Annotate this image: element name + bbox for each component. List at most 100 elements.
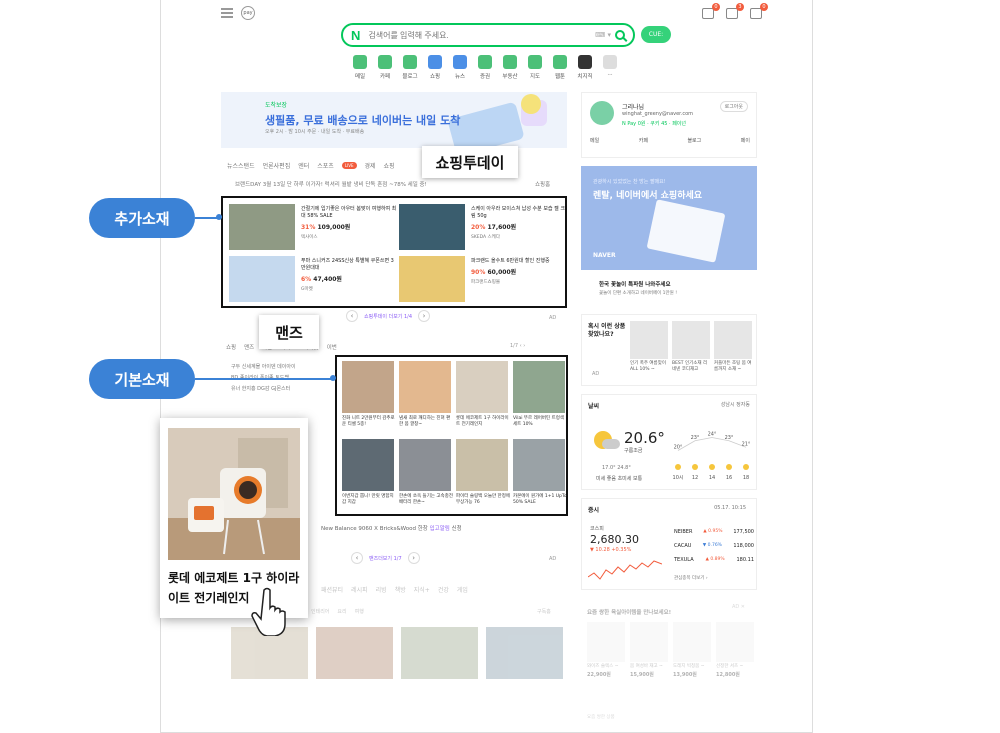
tab-sports[interactable]: 스포츠 — [317, 161, 334, 170]
recommend-product[interactable]: 선정한 셔츠 ~ 12,800원 — [716, 622, 754, 678]
tab-living[interactable]: 리빙 — [376, 585, 387, 594]
basic-ad-item[interactable]: 롯데 에코제트 1구 하이라이트 전기레인지 — [456, 361, 510, 436]
stock-row[interactable]: CACAU ▼ 0.76% 118,000 — [674, 539, 754, 553]
next-button[interactable]: › — [418, 310, 431, 322]
recommend-product[interactable]: 봄 여성바 재고 ~ 15,900원 — [630, 622, 668, 678]
prev-button[interactable]: ‹ — [346, 310, 358, 322]
ad-text: 카본에이 원가에 1+1 UpTo 50% SALE — [513, 494, 567, 505]
pager-text[interactable]: 맨즈더보기 1/7 — [369, 555, 402, 562]
recommend-item[interactable]: 커플마든 조팅 봄 여름까지 소재 ~ — [714, 321, 752, 373]
basic-ad-item[interactable]: 진화 니트 2만원부터 감추로운 티셀 5종! — [342, 361, 396, 436]
prev-button[interactable]: ‹ — [351, 552, 363, 564]
tab-manz[interactable]: 맨즈 — [244, 343, 254, 351]
tab-game[interactable]: 게임 — [457, 585, 468, 594]
service-icon — [528, 55, 542, 69]
basic-ad-item[interactable]: 냄새 최로 깨디하는 진혀 편한 봄 깔창~ — [399, 361, 453, 436]
tab-knowledge[interactable]: 지식+ — [414, 585, 430, 594]
tab-economy[interactable]: 경제 — [365, 161, 376, 170]
stock-row[interactable]: NEIBER ▲ 0.95% 177,500 — [674, 525, 754, 539]
profile-menu-cafe[interactable]: 카페 — [639, 137, 648, 144]
category-row[interactable]: 유너 한지흥 DG감 GJ몬스터 — [231, 384, 331, 395]
extra-ad-item[interactable]: 스케이 아우라 모이스쳐 납성 수분 보습 젤 크림 50g 20% 17,600… — [399, 204, 565, 252]
extra-ad-item[interactable]: 푸마 스니커즈 24SS신상 특별혜 쿠폰쓰면 3만원대대 6% 47,400원 G… — [229, 256, 394, 304]
recommend-product[interactable]: 와이즈 슬렉스 ~ 22,900원 — [587, 622, 625, 678]
profile-npay[interactable]: N Pay 0원 · 쿠키 45 · 페이넌 — [622, 120, 686, 127]
stock-widget[interactable]: 증시 05.17. 10:15 코스피 2,680.30 ▼ 10.28 +0.… — [581, 498, 757, 590]
service-shortcut[interactable]: ··· — [601, 55, 619, 80]
service-shortcut[interactable]: 뉴스 — [451, 55, 469, 80]
profile-menu-pay[interactable]: 페이 — [741, 137, 750, 144]
tab-press[interactable]: 언론사편집 — [263, 161, 291, 170]
delivery-banner[interactable]: 도착보장 생필품, 무료 배송으로 네이버는 내일 도착 오후 2시 · 밤 1… — [221, 92, 567, 157]
service-shortcut[interactable]: 웹툰 — [551, 55, 569, 80]
chat-icon[interactable]: 0 — [702, 3, 720, 19]
promo-highlight[interactable]: 입고알림 — [430, 526, 450, 532]
basic-ad-item[interactable]: Vilai 뚜르 레어버틴 트렁색세트 10% — [513, 361, 567, 436]
event-promo[interactable]: 한국 꽃놀이 특파원 나와주세요 꽃놀이 단편 소개하고 네이버페이 1만원 ! — [581, 276, 757, 306]
service-shortcut[interactable]: 메일 — [351, 55, 369, 80]
service-shortcut[interactable]: 증권 — [476, 55, 494, 80]
promo-text-row[interactable]: New Balance 9060 X Bricks&Wood 한창 입고알림 신… — [321, 524, 462, 532]
content-thumbnail[interactable] — [316, 627, 393, 679]
pager-text[interactable]: 쇼핑투데이 더보기 1/4 — [364, 313, 412, 320]
weather-condition: 구름조금 — [624, 448, 643, 454]
ad-close[interactable]: AD ✕ — [732, 604, 745, 610]
recommend-item[interactable]: BEST 인기소재 리네넨 코디재고 — [672, 321, 710, 373]
service-shortcut[interactable]: 지도 — [526, 55, 544, 80]
extra-ad-item[interactable]: 파크랜드 올수트 6만원대 할인 진행중 90% 60,000원 파크랜드쇼핑몰 — [399, 256, 564, 304]
ai-cue-button[interactable]: CUE: — [641, 26, 671, 43]
tab-fashion[interactable]: 패션뷰티 — [321, 585, 343, 594]
stock-change: ▼ 0.76% — [702, 543, 722, 548]
service-shortcut[interactable]: 치지직 — [576, 55, 594, 80]
subtab-travel[interactable]: 여행 — [355, 608, 364, 615]
basic-ad-item[interactable]: 파이터 슬링백 오늘만 한정에 무상가능 76 — [456, 439, 510, 514]
next-button[interactable]: › — [407, 552, 420, 564]
stock-more-link[interactable]: 관심종목 더보기 › — [674, 575, 708, 581]
brand-day-text[interactable]: 브랜드DAY 3월 13일 단 하루 이가자! 럭셔리 월밭 냉비 단독 혼점 … — [235, 180, 427, 188]
pay-icon[interactable]: pay — [241, 6, 255, 20]
search-icon[interactable] — [615, 30, 625, 40]
tab-recipe[interactable]: 레시피 — [351, 585, 368, 594]
profile-menu-mail[interactable]: 메일 — [590, 137, 599, 144]
category-row[interactable]: 구두 신세계몰 아이덴 데이아이 — [231, 362, 331, 373]
tab-this[interactable]: 이번 — [327, 343, 337, 351]
tab-shop[interactable]: 쇼핑 — [226, 343, 236, 351]
tab-newsstand[interactable]: 뉴스스탠드 — [227, 161, 255, 170]
content-thumbnail[interactable] — [486, 627, 563, 679]
service-shortcut[interactable]: 쇼핑 — [426, 55, 444, 80]
shopping-home-link[interactable]: 쇼핑홈 — [535, 180, 550, 188]
service-shortcut[interactable]: 카페 — [376, 55, 394, 80]
recommend-item[interactable]: 인기 폭주 여름맞이 ALL 10% ~ — [630, 321, 668, 373]
shop-pager[interactable]: 1/7 ‹ › — [510, 343, 525, 349]
naver-logo[interactable]: N — [351, 28, 360, 43]
menu-icon[interactable] — [221, 8, 233, 18]
extra-ad-item[interactable]: 간절기에 입기좋은 아우터 봄맞이 여행하여 최대 58% SALE 31% 10… — [229, 204, 396, 252]
basic-ad-item[interactable]: 이번지갑 뽑니! 만릿 명함지갑 지갑 — [342, 439, 396, 514]
stock-row[interactable]: TEXULA ▲ 0.89% 180.11 — [674, 553, 754, 567]
weather-location[interactable]: 성남시 정자동 — [721, 401, 750, 408]
avatar[interactable] — [590, 101, 614, 125]
service-shortcut[interactable]: 부동산 — [501, 55, 519, 80]
tab-health[interactable]: 건강 — [438, 585, 449, 594]
tab-books[interactable]: 책방 — [395, 585, 406, 594]
subscribe-home-link[interactable]: 구독홈 — [537, 608, 551, 615]
cart-icon[interactable]: 0 — [750, 3, 768, 19]
logout-button[interactable]: 로그아웃 — [719, 101, 748, 112]
basic-ad-item[interactable]: 한손에 쏘옥 들기는 고속충전 배터리 한손~ — [399, 439, 453, 514]
cloud-icon — [602, 439, 620, 449]
weather-widget[interactable]: 날씨 성남시 정자동 20.6° 구름조금 17.0° 24.8° 미세 좋음 … — [581, 394, 757, 490]
recommend-product[interactable]: 도레지 빅청봄 ~ 13,900원 — [673, 622, 711, 678]
tab-enter[interactable]: 엔터 — [298, 161, 309, 170]
profile-menu-blog[interactable]: 블로그 — [687, 137, 701, 144]
subtab-interior[interactable]: 인테리어 — [311, 608, 329, 615]
content-thumbnail[interactable] — [401, 627, 478, 679]
service-shortcut[interactable]: 블로그 — [401, 55, 419, 80]
keyboard-icon[interactable]: ⌨ ▾ — [595, 31, 611, 39]
bell-icon[interactable]: 3 — [726, 3, 744, 19]
tab-shopping[interactable]: 쇼핑 — [384, 161, 395, 170]
basic-ad-item[interactable]: 카본에이 원가에 1+1 UpTo 50% SALE — [513, 439, 567, 514]
subtab-cooking[interactable]: 요리 — [337, 608, 346, 615]
rental-ad-banner[interactable]: 관광하시 있었었는 찬 방는 팔매요! 렌탈, 네이버에서 쇼핑하세요 NAVE… — [581, 166, 757, 270]
profile-name[interactable]: 그리나님 — [622, 102, 644, 111]
search-input[interactable] — [368, 30, 596, 40]
